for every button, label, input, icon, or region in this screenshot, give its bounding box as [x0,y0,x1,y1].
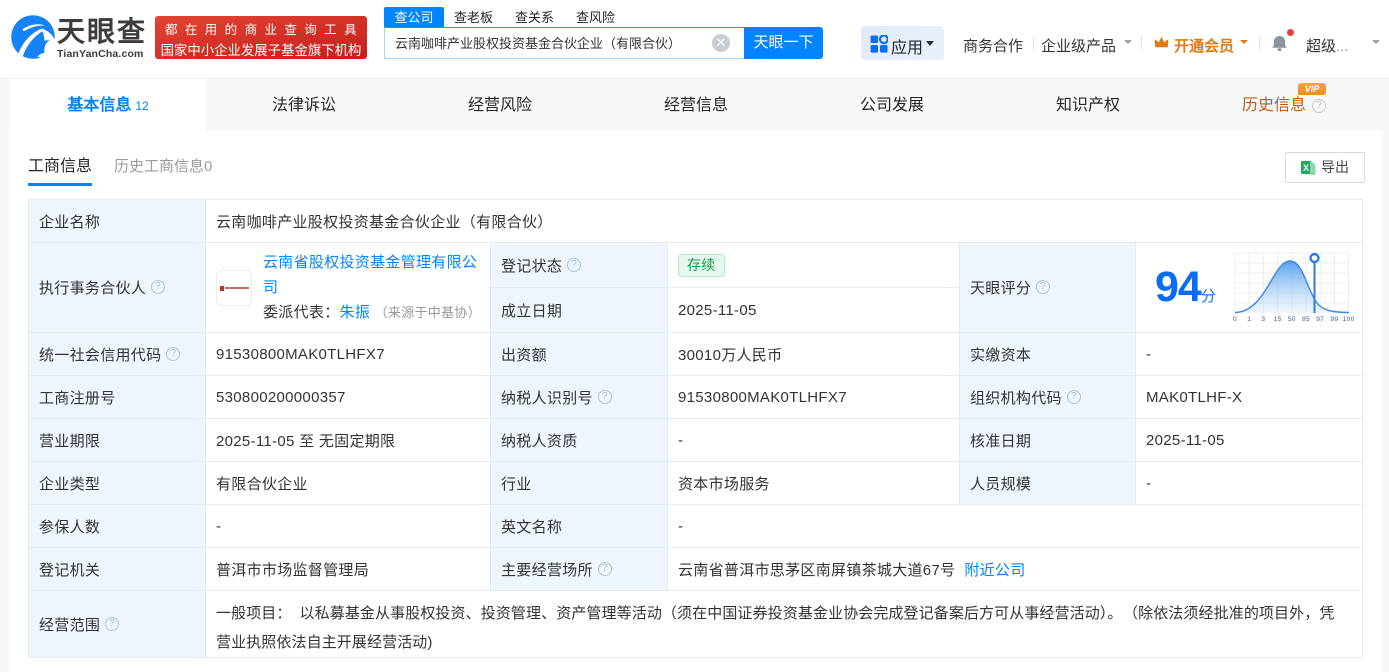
svg-text:100: 100 [1343,316,1355,323]
svg-text:0: 0 [1233,316,1237,323]
svg-text:50: 50 [1288,316,1296,323]
svg-text:85: 85 [1302,316,1310,323]
svg-text:99: 99 [1331,316,1339,323]
svg-text:X: X [1303,163,1309,173]
svg-text:15: 15 [1274,316,1282,323]
svg-text:3: 3 [1262,316,1266,323]
svg-text:1: 1 [1247,316,1251,323]
svg-text:97: 97 [1316,316,1324,323]
